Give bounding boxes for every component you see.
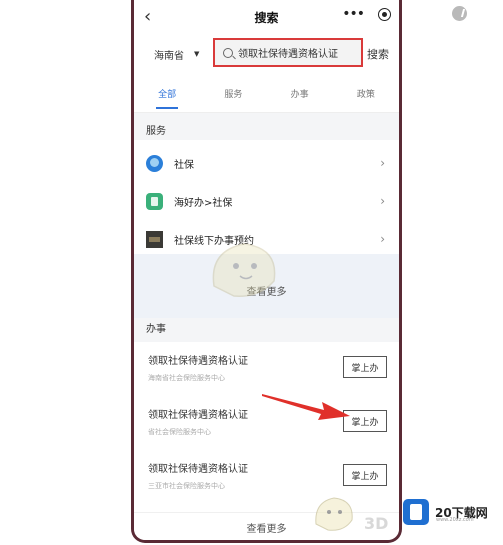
affair-title: 领取社保待遇资格认证 — [148, 356, 248, 367]
services-heading: 服务 — [146, 126, 166, 137]
handle-online-button[interactable]: 掌上办 — [343, 464, 387, 486]
page-title: 搜索 — [254, 10, 279, 25]
affair-department: 海南省社会保险服务中心 — [148, 374, 225, 382]
target-circle-icon[interactable] — [378, 7, 391, 21]
brand-url: www.20xz.com — [436, 517, 474, 523]
brand-logo-icon — [403, 499, 429, 525]
shebao-icon — [146, 154, 163, 172]
mini-program-capsule: ••• — [342, 7, 391, 21]
watermark-mascot-small-icon — [315, 497, 353, 531]
search-button[interactable]: 搜索 — [367, 46, 389, 62]
back-icon[interactable]: ‹ — [144, 6, 151, 27]
chevron-right-icon: › — [380, 232, 385, 246]
affair-title: 领取社保待遇资格认证 — [148, 464, 248, 475]
top-bar: ‹ 搜索 ••• — [134, 0, 399, 34]
watermark-corner-icon — [452, 6, 467, 21]
tab-bar: 全部 服务 办事 政策 — [134, 74, 399, 113]
handle-online-button[interactable]: 掌上办 — [343, 356, 387, 378]
affair-title: 领取社保待遇资格认证 — [148, 410, 248, 421]
search-icon — [223, 47, 233, 58]
more-dots-icon[interactable]: ••• — [342, 7, 365, 21]
caret-down-icon[interactable]: ▼ — [194, 50, 199, 58]
affair-department: 三亚市社会保险服务中心 — [148, 482, 225, 490]
phone-screen: ‹ 搜索 ••• 海南省 ▼ 领取社保待遇资格认证 搜索 全部 服务 办事 政策… — [131, 0, 402, 543]
affair-department: 省社会保险服务中心 — [148, 428, 211, 436]
affairs-more-label: 查看更多 — [246, 523, 287, 535]
affairs-heading: 办事 — [146, 324, 166, 335]
search-query: 领取社保待遇资格认证 — [238, 49, 338, 60]
province-selector[interactable]: 海南省 — [154, 47, 184, 62]
chevron-right-icon: › — [380, 156, 385, 170]
tab-all[interactable]: 全部 — [154, 87, 180, 109]
appointment-icon — [146, 230, 163, 248]
affairs-list: 领取社保待遇资格认证 海南省社会保险服务中心 掌上办 领取社保待遇资格认证 省社… — [134, 342, 399, 512]
search-input[interactable]: 领取社保待遇资格认证 — [213, 38, 363, 67]
watermark-mascot-icon — [212, 243, 276, 297]
search-row: 海南省 ▼ 领取社保待遇资格认证 搜索 — [134, 34, 399, 74]
service-item-haihaoban[interactable]: 海好办>社保 › — [134, 182, 399, 220]
service-item-shebao[interactable]: 社保 › — [134, 144, 399, 182]
brand-watermark: 20下载网 www.20xz.com — [403, 496, 501, 528]
tab-affairs[interactable]: 办事 — [287, 87, 313, 100]
tab-services[interactable]: 服务 — [220, 87, 246, 100]
affair-item[interactable]: 领取社保待遇资格认证 三亚市社会保险服务中心 掌上办 — [134, 452, 399, 504]
affairs-more-button[interactable]: 查看更多 — [134, 512, 399, 540]
tab-policies[interactable]: 政策 — [353, 87, 379, 100]
haihaoban-icon — [146, 192, 163, 210]
annotation-arrow-icon — [262, 394, 350, 420]
watermark-3d-text: 3D — [364, 514, 389, 533]
service-label: 社保 — [174, 159, 194, 171]
chevron-right-icon: › — [380, 194, 385, 208]
service-label: 海好办>社保 — [174, 197, 233, 209]
